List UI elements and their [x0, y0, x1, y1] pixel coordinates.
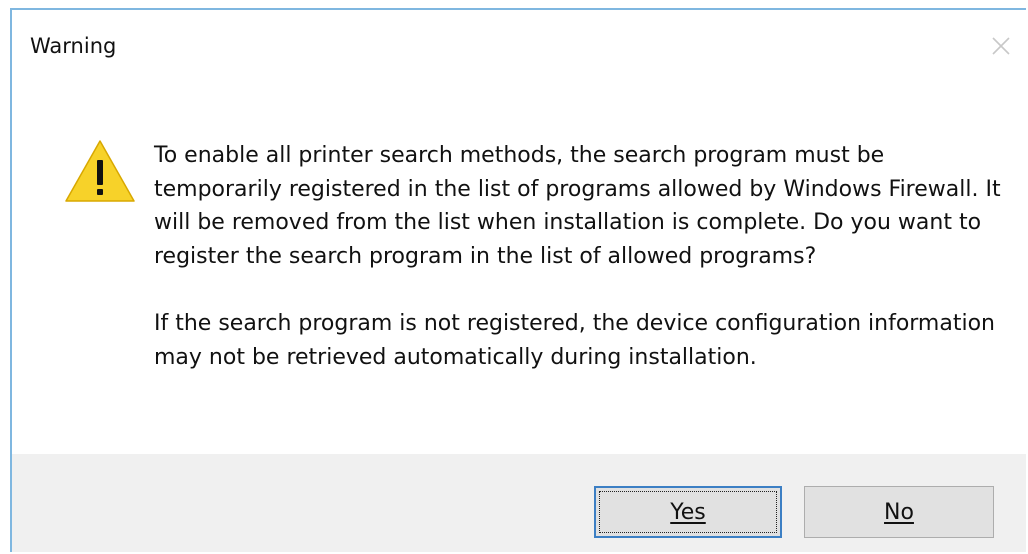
warning-dialog: Warning To enable all printer search met… [10, 8, 1026, 552]
button-bar: Yes No [12, 454, 1026, 552]
no-button-label: No [884, 499, 914, 525]
close-icon [992, 37, 1010, 55]
warning-icon [65, 140, 135, 202]
no-button[interactable]: No [804, 486, 994, 538]
dialog-message: To enable all printer search methods, th… [154, 139, 1014, 374]
yes-button[interactable]: Yes [594, 486, 782, 538]
focus-ring [599, 491, 777, 533]
message-paragraph-1: To enable all printer search methods, th… [154, 143, 1001, 269]
dialog-content: To enable all printer search methods, th… [12, 80, 1026, 450]
message-paragraph-2: If the search program is not registered,… [154, 311, 995, 370]
close-button[interactable] [976, 24, 1026, 68]
title-bar: Warning [12, 10, 1026, 80]
window-title: Warning [30, 34, 117, 58]
